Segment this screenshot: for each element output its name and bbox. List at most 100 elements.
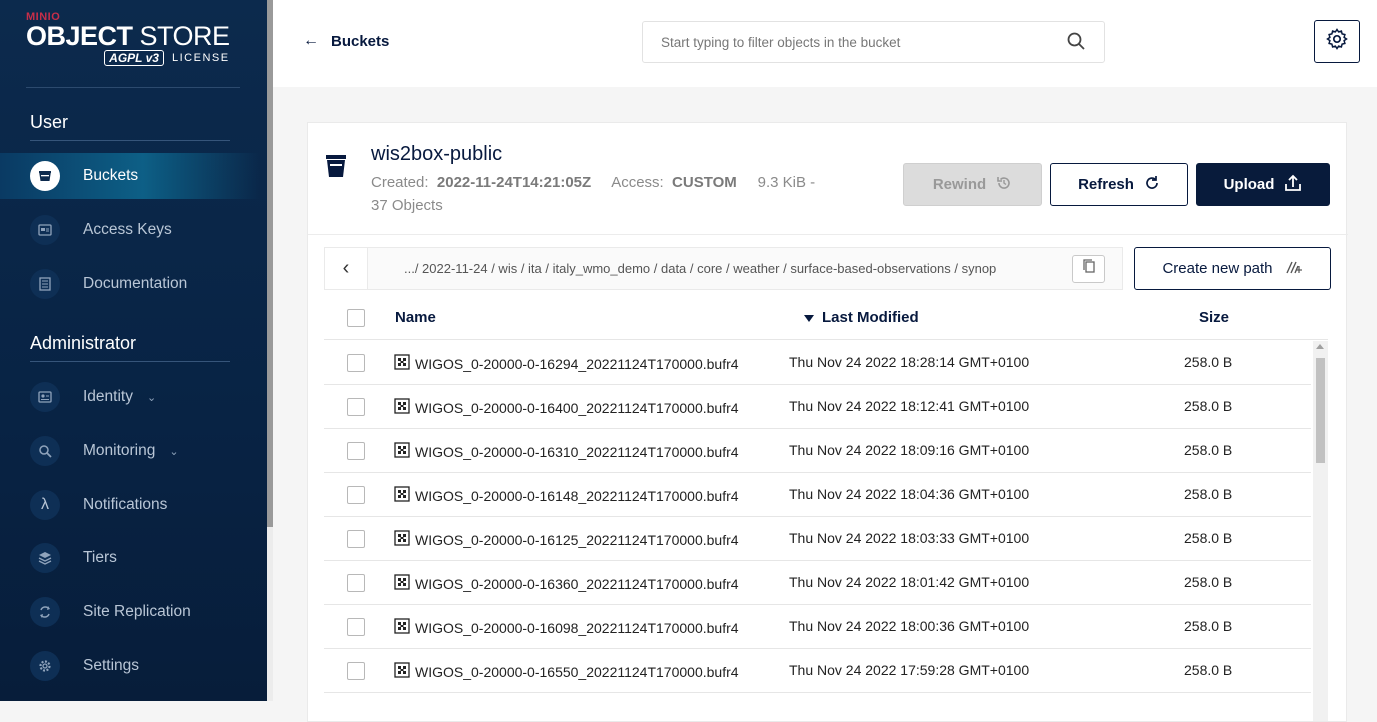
- sidebar-item-label: Documentation: [83, 275, 188, 292]
- scroll-up-arrow[interactable]: [1316, 344, 1324, 349]
- settings-button[interactable]: [1314, 20, 1360, 63]
- create-path-label: Create new path: [1162, 260, 1273, 277]
- sidebar-item-notifications[interactable]: λ Notifications: [0, 482, 260, 528]
- file-name-cell[interactable]: WIGOS_0-20000-0-16148_20221124T170000.bu…: [394, 486, 739, 505]
- table-header: Name Last Modified Size: [324, 298, 1328, 340]
- file-icon: [394, 398, 410, 417]
- sidebar-item-label: Buckets: [83, 167, 139, 184]
- lambda-icon: λ: [30, 490, 60, 520]
- back-to-buckets-link[interactable]: ← Buckets: [303, 32, 389, 50]
- create-new-path-button[interactable]: Create new path: [1134, 247, 1331, 290]
- access-label: Access:: [611, 174, 664, 191]
- sidebar-item-documentation[interactable]: Documentation: [0, 261, 260, 307]
- table-row[interactable]: WIGOS_0-20000-0-16310_20221124T170000.bu…: [324, 429, 1311, 473]
- identity-icon: [30, 382, 60, 412]
- gear-icon: [1325, 27, 1349, 56]
- row-checkbox[interactable]: [347, 354, 365, 372]
- table-scrollbar[interactable]: [1313, 341, 1328, 721]
- sidebar-item-settings[interactable]: Settings: [0, 643, 260, 689]
- column-size[interactable]: Size: [1199, 309, 1229, 326]
- row-checkbox[interactable]: [347, 618, 365, 636]
- access-value[interactable]: CUSTOM: [672, 174, 737, 191]
- row-checkbox[interactable]: [347, 530, 365, 548]
- document-icon: [30, 269, 60, 299]
- upload-button[interactable]: Upload: [1196, 163, 1330, 206]
- scroll-thumb[interactable]: [1316, 358, 1325, 463]
- last-modified-cell: Thu Nov 24 2022 18:09:16 GMT+0100: [789, 442, 1030, 458]
- size-cell: 258.0 B: [1184, 398, 1233, 414]
- row-checkbox[interactable]: [347, 574, 365, 592]
- table-row[interactable]: WIGOS_0-20000-0-16294_20221124T170000.bu…: [324, 341, 1311, 385]
- section-user: User: [30, 112, 69, 132]
- file-icon: [394, 662, 410, 681]
- file-icon: [394, 442, 410, 461]
- file-name: WIGOS_0-20000-0-16125_20221124T170000.bu…: [415, 531, 739, 548]
- file-icon: [394, 574, 410, 593]
- chevron-down-icon[interactable]: ⌄: [169, 445, 178, 458]
- created-value: 2022-11-24T14:21:05Z: [436, 174, 592, 191]
- file-name-cell[interactable]: WIGOS_0-20000-0-16125_20221124T170000.bu…: [394, 530, 739, 549]
- size-cell: 258.0 B: [1184, 354, 1233, 370]
- sidebar-item-access-keys[interactable]: Access Keys: [0, 207, 260, 253]
- table-row[interactable]: WIGOS_0-20000-0-16148_20221124T170000.bu…: [324, 473, 1311, 517]
- breadcrumb-path[interactable]: .../ 2022-11-24 / wis / ita / italy_wmo_…: [368, 261, 1072, 276]
- search-icon[interactable]: [1066, 31, 1086, 54]
- refresh-button[interactable]: Refresh: [1050, 163, 1188, 206]
- replication-icon: [30, 597, 60, 627]
- minio-logo[interactable]: MINIO OBJECT STORE AGPL v3 LICENSE: [26, 11, 230, 66]
- chevron-left-icon[interactable]: ‹: [325, 248, 368, 289]
- file-name-cell[interactable]: WIGOS_0-20000-0-16550_20221124T170000.bu…: [394, 662, 739, 681]
- sidebar-divider: [26, 87, 240, 88]
- sidebar-item-label: Access Keys: [83, 221, 172, 238]
- row-checkbox[interactable]: [347, 442, 365, 460]
- bucket-panel: wis2box-public Created: 2022-11-24T14:21…: [307, 122, 1348, 722]
- file-name-cell[interactable]: WIGOS_0-20000-0-16400_20221124T170000.bu…: [394, 398, 739, 417]
- license-badge: AGPL v3 LICENSE: [26, 50, 230, 66]
- product-title-light: STORE: [132, 21, 231, 51]
- file-name-cell[interactable]: WIGOS_0-20000-0-16294_20221124T170000.bu…: [394, 354, 739, 373]
- section-admin-line: [30, 361, 230, 362]
- sidebar-item-site-replication[interactable]: Site Replication: [0, 589, 260, 635]
- breadcrumb: ‹ .../ 2022-11-24 / wis / ita / italy_wm…: [324, 247, 1123, 290]
- file-name-cell[interactable]: WIGOS_0-20000-0-16360_20221124T170000.bu…: [394, 574, 739, 593]
- table-row[interactable]: WIGOS_0-20000-0-16400_20221124T170000.bu…: [324, 385, 1311, 429]
- sidebar-item-monitoring[interactable]: Monitoring ⌄: [0, 428, 260, 474]
- table-row[interactable]: WIGOS_0-20000-0-16550_20221124T170000.bu…: [324, 649, 1311, 693]
- column-last-modified[interactable]: Last Modified: [804, 309, 919, 326]
- row-checkbox[interactable]: [347, 662, 365, 680]
- column-name[interactable]: Name: [395, 309, 436, 326]
- size-cell: 258.0 B: [1184, 442, 1233, 458]
- size-cell: 258.0 B: [1184, 486, 1233, 502]
- sidebar-item-identity[interactable]: Identity ⌄: [0, 374, 260, 420]
- rewind-button[interactable]: Rewind: [903, 163, 1042, 206]
- object-list: WIGOS_0-20000-0-16294_20221124T170000.bu…: [324, 341, 1311, 721]
- bucket-icon: [30, 161, 60, 191]
- section-administrator: Administrator: [30, 333, 137, 353]
- search-input[interactable]: Start typing to filter objects in the bu…: [642, 21, 1105, 63]
- last-modified-cell: Thu Nov 24 2022 18:01:42 GMT+0100: [789, 574, 1030, 590]
- table-row[interactable]: WIGOS_0-20000-0-16098_20221124T170000.bu…: [324, 605, 1311, 649]
- sidebar-item-label: Identity: [83, 388, 133, 405]
- arrow-left-icon: ←: [303, 32, 319, 49]
- size-cell: 258.0 B: [1184, 662, 1233, 678]
- table-row[interactable]: WIGOS_0-20000-0-16360_20221124T170000.bu…: [324, 561, 1311, 605]
- license-text: LICENSE: [171, 52, 230, 64]
- sidebar-item-label: Settings: [83, 657, 140, 674]
- file-name-cell[interactable]: WIGOS_0-20000-0-16310_20221124T170000.bu…: [394, 442, 739, 461]
- copy-path-button[interactable]: [1072, 254, 1105, 283]
- rewind-label: Rewind: [932, 176, 987, 193]
- row-checkbox[interactable]: [347, 398, 365, 416]
- file-name: WIGOS_0-20000-0-16148_20221124T170000.bu…: [415, 487, 739, 504]
- select-all-checkbox[interactable]: [347, 309, 365, 327]
- sidebar-item-tiers[interactable]: Tiers: [0, 535, 260, 581]
- file-name-cell[interactable]: WIGOS_0-20000-0-16098_20221124T170000.bu…: [394, 618, 739, 637]
- file-icon: [394, 354, 410, 373]
- chevron-down-icon[interactable]: ⌄: [147, 391, 156, 404]
- table-row[interactable]: WIGOS_0-20000-0-16125_20221124T170000.bu…: [324, 517, 1311, 561]
- sidebar: MINIO OBJECT STORE AGPL v3 LICENSE User …: [0, 0, 267, 701]
- file-name: WIGOS_0-20000-0-16400_20221124T170000.bu…: [415, 399, 739, 416]
- sidebar-item-buckets[interactable]: Buckets: [0, 153, 260, 199]
- agpl-badge: AGPL v3: [104, 50, 164, 66]
- created-label: Created:: [371, 174, 429, 191]
- row-checkbox[interactable]: [347, 486, 365, 504]
